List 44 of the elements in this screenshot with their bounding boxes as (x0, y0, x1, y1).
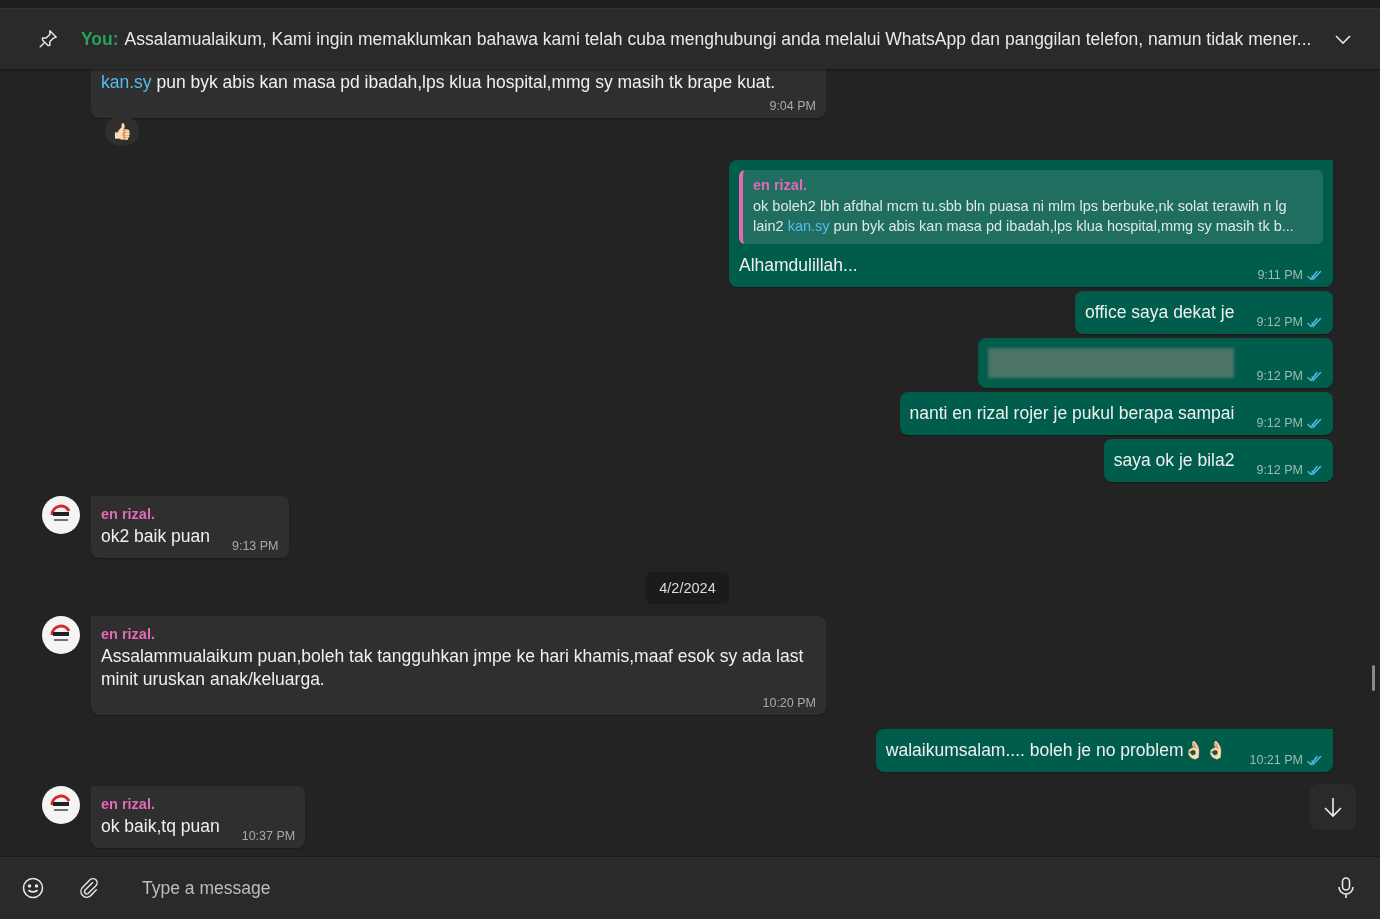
message-time: 9:13 PM (232, 539, 279, 553)
message-text: kan.sy pun byk abis kan masa pd ibadah,lps klua hospital,mmg sy masih tk brape kuat. (101, 71, 776, 94)
message-composer[interactable]: Type a message (0, 856, 1380, 919)
message-text: Alhamdulillah... (739, 254, 858, 277)
message-input[interactable]: Type a message (138, 871, 1304, 905)
message-time: 10:37 PM (241, 829, 296, 843)
message-time: 9:04 PM (769, 99, 816, 113)
quoted-message[interactable]: en rizal. ok boleh2 lbh afdhal mcm tu.sbb bln puasa ni mlm lps berbuke,nk solat terawih n lg lain2 kan.sy pun byk abis kan masa pd ibadah,lps klua hospital,mmg sy masih tk b... (739, 170, 1323, 244)
double-check-icon (1307, 417, 1323, 429)
avatar[interactable] (42, 786, 80, 824)
pinned-message-bar[interactable]: You: Assalamualaikum, Kami ingin memaklumkan bahawa kami telah cuba menghubungi anda melalui WhatsApp dan panggilan telefon, namun tidak mener... (0, 9, 1380, 69)
arrow-down-icon (1322, 796, 1344, 818)
message-text: nanti en rizal rojer je pukul berapa sampai (909, 402, 1235, 425)
message-time: 10:20 PM (762, 696, 816, 710)
message-text: ok2 baik puan (101, 525, 210, 548)
message-text: Assalammualaikum puan,boleh tak tangguhkan jmpe ke hari khamis,maaf esok sy ada last minit uruskan anak/keluarga. (101, 645, 805, 691)
double-check-icon (1307, 316, 1323, 328)
avatar[interactable] (42, 616, 80, 654)
double-check-icon (1307, 464, 1323, 476)
pinned-sender: You: (81, 28, 119, 50)
message-time: 9:12 PM (1256, 463, 1303, 477)
date-separator: 4/2/2024 (646, 572, 729, 604)
message-text: saya ok je bila2 (1113, 449, 1235, 472)
message-time: 9:11 PM (1257, 268, 1303, 282)
sender-name: en rizal. (101, 506, 156, 522)
message-time: 9:12 PM (1256, 369, 1303, 383)
message-text: walaikumsalam.... boleh je no problem👌🏻👌🏻 (885, 739, 1228, 762)
reaction-emoji[interactable]: 👍🏻 (105, 116, 139, 146)
message-text: ok baik,tq puan (101, 815, 220, 838)
sender-name: en rizal. (101, 796, 156, 812)
message-time: 10:21 PM (1249, 753, 1303, 767)
double-check-icon (1307, 269, 1323, 281)
message-time: 9:12 PM (1256, 315, 1303, 329)
message-text: office saya dekat je (1084, 301, 1235, 324)
link[interactable]: kan.sy (101, 72, 152, 92)
double-check-icon (1307, 370, 1323, 382)
sender-name: en rizal. (101, 626, 156, 642)
emoji-icon[interactable] (20, 875, 46, 901)
avatar[interactable] (42, 496, 80, 534)
double-check-icon (1307, 754, 1323, 766)
scrollbar-thumb[interactable] (1372, 665, 1375, 691)
message-time: 9:12 PM (1256, 416, 1303, 430)
scroll-down-button[interactable] (1310, 784, 1356, 830)
pinned-preview: Assalamualaikum, Kami ingin memaklumkan bahawa kami telah cuba menghubungi anda melalui WhatsApp dan panggilan telefon, namun tidak mener... (124, 28, 1312, 50)
